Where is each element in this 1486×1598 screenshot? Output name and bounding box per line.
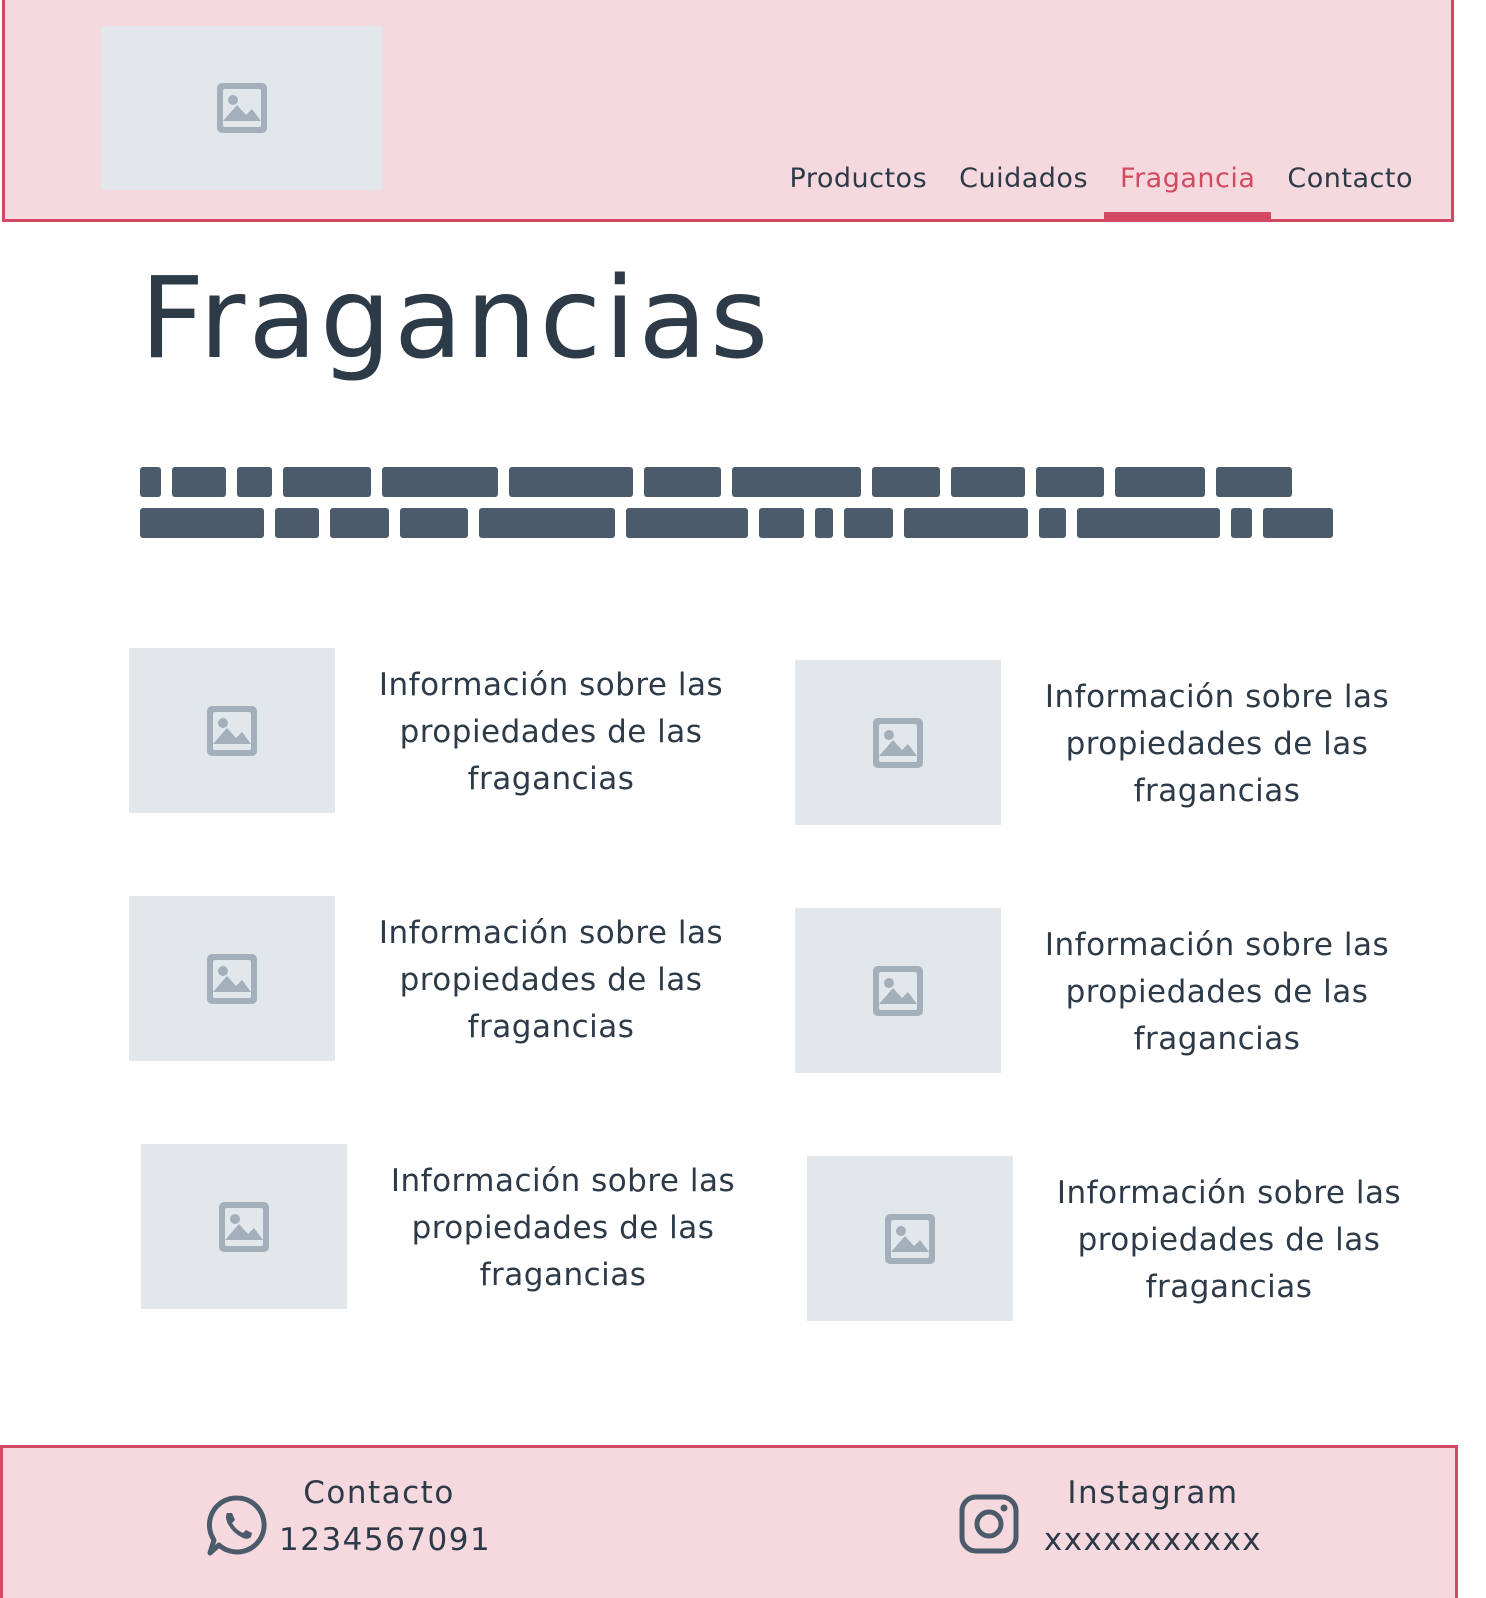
image-placeholder	[807, 1156, 1013, 1321]
image-placeholder	[795, 660, 1001, 825]
image-placeholder-icon	[873, 965, 923, 1016]
image-placeholder	[141, 1144, 347, 1309]
whatsapp-icon[interactable]	[205, 1493, 271, 1559]
site-header: Productos Cuidados Fragancia Contacto	[2, 0, 1454, 222]
fragrance-card[interactable]: Información sobre las propiedades de las…	[795, 908, 1455, 1078]
nav-item-cuidados[interactable]: Cuidados	[943, 162, 1104, 220]
card-text: Información sobre las propiedades de las…	[1044, 679, 1390, 809]
fragrance-card[interactable]: Información sobre las propiedades de las…	[141, 1144, 801, 1314]
card-text: Información sobre las propiedades de las…	[1056, 1175, 1402, 1305]
contact-phone[interactable]: 1234567091	[279, 1517, 490, 1564]
contact-block: Contacto 1234567091	[279, 1470, 490, 1564]
fragrance-card[interactable]: Información sobre las propiedades de las…	[129, 896, 789, 1066]
instagram-block: Instagram xxxxxxxxxxx	[1043, 1470, 1263, 1564]
main-nav: Productos Cuidados Fragancia Contacto	[774, 162, 1429, 220]
site-footer: Contacto 1234567091 Instagram xxxxxxxxxx…	[0, 1445, 1458, 1598]
fragrance-card[interactable]: Información sobre las propiedades de las…	[807, 1156, 1467, 1326]
nav-item-fragancia[interactable]: Fragancia	[1104, 162, 1272, 220]
instagram-handle[interactable]: xxxxxxxxxxx	[1043, 1517, 1263, 1564]
card-text: Información sobre las propiedades de las…	[378, 915, 724, 1045]
card-text: Información sobre las propiedades de las…	[378, 667, 724, 797]
instagram-label: Instagram	[1067, 1475, 1239, 1511]
image-placeholder-icon	[219, 1201, 269, 1252]
image-placeholder	[129, 896, 335, 1061]
image-placeholder-icon	[873, 717, 923, 768]
card-text: Información sobre las propiedades de las…	[1044, 927, 1390, 1057]
image-placeholder-icon	[885, 1213, 935, 1264]
redacted-line	[140, 467, 1333, 497]
image-placeholder-icon	[216, 83, 267, 133]
page-title: Fragancias	[140, 254, 772, 384]
nav-item-contacto[interactable]: Contacto	[1271, 162, 1429, 220]
card-text: Información sobre las propiedades de las…	[390, 1163, 736, 1293]
image-placeholder-icon	[207, 705, 257, 756]
logo-placeholder[interactable]	[101, 26, 382, 190]
fragrance-card[interactable]: Información sobre las propiedades de las…	[129, 648, 789, 818]
image-placeholder	[129, 648, 335, 813]
image-placeholder	[795, 908, 1001, 1073]
nav-item-productos[interactable]: Productos	[774, 162, 944, 220]
instagram-icon[interactable]	[958, 1493, 1020, 1555]
redacted-description	[140, 467, 1333, 549]
image-placeholder-icon	[207, 953, 257, 1004]
fragrance-card[interactable]: Información sobre las propiedades de las…	[795, 660, 1455, 830]
contact-label: Contacto	[303, 1475, 455, 1511]
redacted-line	[140, 508, 1333, 538]
